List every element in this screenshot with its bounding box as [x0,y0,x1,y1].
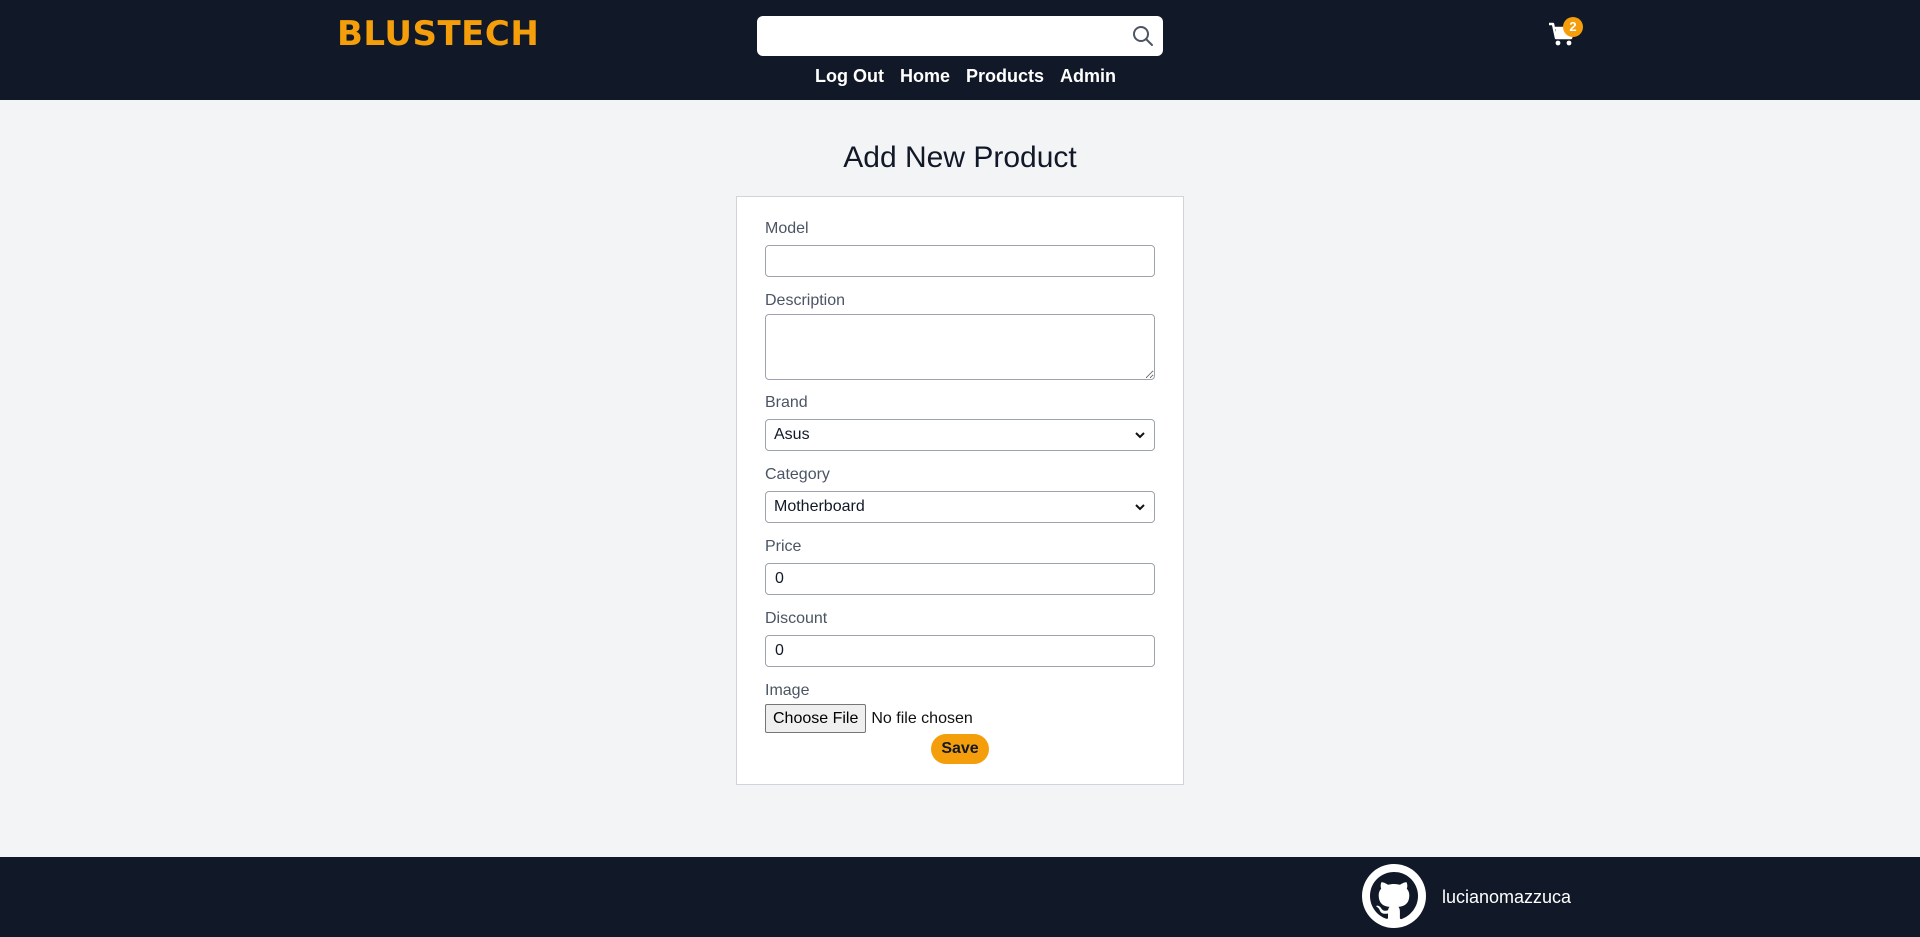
save-button[interactable]: Save [931,734,989,764]
price-label: Price [765,538,802,555]
description-label: Description [765,292,846,309]
image-file-picker: Choose File No file chosen [765,704,973,733]
brand-label: Brand [765,394,808,411]
category-label: Category [765,466,830,483]
image-label: Image [765,682,810,699]
nav-products[interactable]: Products [966,66,1044,87]
price-input[interactable] [765,563,1155,595]
file-status-text: No file chosen [871,709,973,727]
site-footer: lucianomazzuca [0,857,1920,937]
category-select[interactable]: Motherboard [765,491,1155,523]
description-textarea[interactable] [765,314,1155,380]
cart-count-badge: 2 [1563,17,1583,37]
site-header: BLUSTECH 2 Log Out Home Products Admin [0,0,1920,100]
chevron-down-icon [1135,504,1145,511]
search-bar [757,16,1163,56]
nav-home[interactable]: Home [900,66,950,87]
brand-selected-value: Asus [774,426,810,443]
brand-select[interactable]: Asus [765,419,1155,451]
add-product-form: Model Description Brand Asus Category Mo… [736,196,1184,785]
github-username-link[interactable]: lucianomazzuca [1442,887,1571,908]
discount-input[interactable] [765,635,1155,667]
search-input[interactable] [767,21,1107,51]
choose-file-button[interactable]: Choose File [765,704,867,733]
discount-label: Discount [765,610,828,627]
page-title: Add New Product [843,141,1077,174]
github-icon[interactable] [1362,864,1426,928]
nav-admin[interactable]: Admin [1060,66,1116,87]
chevron-down-icon [1135,432,1145,439]
nav-logout[interactable]: Log Out [815,66,884,87]
model-label: Model [765,220,809,237]
search-icon[interactable] [1131,24,1155,48]
category-selected-value: Motherboard [774,498,865,515]
model-input[interactable] [765,245,1155,277]
site-logo[interactable]: BLUSTECH [337,14,539,54]
